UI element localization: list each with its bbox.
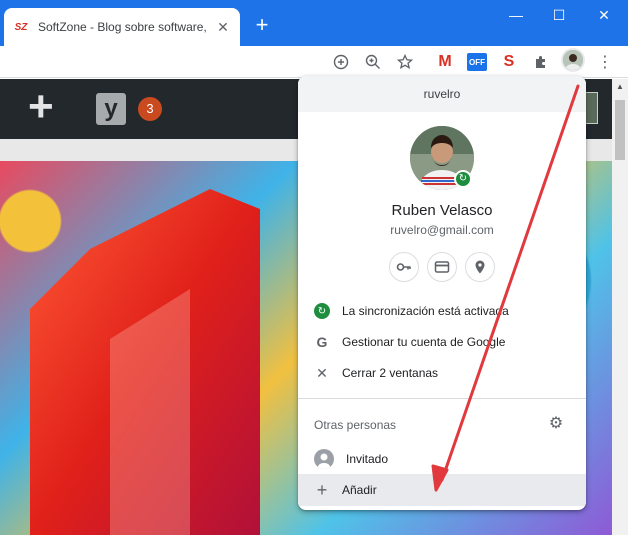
- guest-avatar-icon: [314, 449, 334, 469]
- close-windows-item[interactable]: ✕ Cerrar 2 ventanas: [298, 357, 586, 389]
- off-badge: OFF: [467, 53, 487, 71]
- add-person-item[interactable]: + Añadir: [298, 474, 586, 506]
- profile-avatar-icon[interactable]: [561, 48, 585, 72]
- google-g-icon: G: [316, 334, 328, 350]
- profile-menu-popup: ruvelro ↻ Ruben Velasco ruvelro@gmail.co…: [298, 76, 586, 510]
- scroll-up-arrow-icon[interactable]: ▲: [612, 79, 628, 95]
- addresses-location-button[interactable]: [465, 252, 495, 282]
- guest-label: Invitado: [346, 452, 389, 466]
- close-window-button[interactable]: ✕: [582, 4, 626, 26]
- sync-label: La sincronización está activada: [342, 304, 509, 318]
- new-post-icon[interactable]: +: [28, 85, 54, 129]
- menu-divider: [298, 398, 586, 399]
- profile-name: Ruben Velasco: [391, 202, 493, 219]
- other-people-title: Otras personas: [314, 418, 397, 432]
- plus-icon: +: [316, 479, 328, 500]
- zoom-icon[interactable]: [362, 51, 384, 73]
- key-icon: [396, 263, 411, 271]
- close-windows-label: Cerrar 2 ventanas: [342, 366, 439, 380]
- sync-icon: ↻: [314, 303, 330, 319]
- close-icon: ✕: [316, 364, 328, 381]
- yoast-icon[interactable]: y: [96, 93, 126, 125]
- payment-card-button[interactable]: [427, 252, 457, 282]
- manage-account-label: Gestionar tu cuenta de Google: [342, 335, 506, 349]
- manage-google-account-item[interactable]: G Gestionar tu cuenta de Google: [298, 326, 586, 358]
- location-icon: [475, 260, 485, 274]
- scrollbar-thumb[interactable]: [615, 100, 625, 160]
- notification-badge: 3: [138, 97, 162, 121]
- minimize-button[interactable]: —: [494, 4, 538, 26]
- profile-header: ruvelro: [298, 76, 586, 112]
- puzzle-icon[interactable]: [530, 51, 552, 73]
- sync-status-item[interactable]: ↻ La sincronización está activada: [298, 295, 586, 327]
- tab-close-icon[interactable]: ✕: [214, 18, 232, 36]
- add-circle-icon[interactable]: [330, 51, 352, 73]
- gear-icon[interactable]: ⚙: [546, 414, 566, 434]
- tab-title: SoftZone - Blog sobre software, t: [38, 20, 208, 34]
- add-label: Añadir: [342, 483, 377, 497]
- maximize-button[interactable]: ☐: [537, 4, 581, 26]
- passwords-key-button[interactable]: [389, 252, 419, 282]
- off-extension-icon[interactable]: OFF: [466, 51, 488, 73]
- softzone-favicon-icon: SZ: [14, 21, 28, 33]
- guest-profile-item[interactable]: Invitado: [298, 443, 586, 475]
- kebab-menu-icon[interactable]: ⋮: [594, 51, 616, 73]
- star-icon[interactable]: [394, 51, 416, 73]
- card-icon: [434, 261, 450, 273]
- gmail-icon[interactable]: M: [434, 51, 456, 73]
- browser-tab[interactable]: SZ SoftZone - Blog sobre software, t ✕: [4, 8, 240, 46]
- s-extension-icon[interactable]: S: [498, 51, 520, 73]
- new-tab-button[interactable]: +: [250, 14, 274, 38]
- title-bar: SZ SoftZone - Blog sobre software, t ✕ +…: [0, 0, 628, 46]
- profile-email: ruvelro@gmail.com: [390, 223, 494, 237]
- office-logo-icon: [30, 189, 260, 535]
- browser-toolbar: M OFF S ⋮: [0, 46, 628, 78]
- sync-badge-icon: ↻: [454, 170, 472, 188]
